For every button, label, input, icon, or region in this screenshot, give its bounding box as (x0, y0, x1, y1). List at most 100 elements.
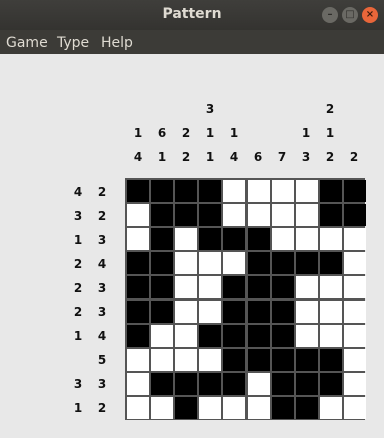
grid-cell-empty[interactable] (175, 349, 197, 371)
menu-game[interactable]: Game (6, 35, 48, 51)
grid-cell-empty[interactable] (248, 397, 270, 419)
grid-cell-filled[interactable] (296, 373, 318, 395)
grid-cell-filled[interactable] (272, 276, 294, 298)
grid-cell-filled[interactable] (223, 301, 245, 323)
grid-cell-filled[interactable] (248, 325, 270, 347)
grid-cell-filled[interactable] (296, 397, 318, 419)
grid-cell-filled[interactable] (296, 349, 318, 371)
grid-cell-filled[interactable] (151, 252, 173, 274)
grid-cell-filled[interactable] (248, 228, 270, 250)
grid-cell-filled[interactable] (272, 301, 294, 323)
grid-cell-empty[interactable] (320, 397, 342, 419)
grid-cell-empty[interactable] (344, 301, 366, 323)
grid-cell-empty[interactable] (151, 325, 173, 347)
grid-cell-empty[interactable] (175, 252, 197, 274)
grid-cell-filled[interactable] (175, 373, 197, 395)
grid-cell-empty[interactable] (296, 204, 318, 226)
grid-cell-empty[interactable] (248, 373, 270, 395)
grid-cell-filled[interactable] (127, 325, 149, 347)
grid-cell-empty[interactable] (127, 204, 149, 226)
grid-cell-empty[interactable] (296, 228, 318, 250)
grid-cell-filled[interactable] (127, 276, 149, 298)
grid-cell-filled[interactable] (320, 204, 342, 226)
grid-cell-empty[interactable] (199, 276, 221, 298)
grid-cell-empty[interactable] (320, 301, 342, 323)
grid-cell-filled[interactable] (127, 180, 149, 202)
grid-cell-empty[interactable] (296, 276, 318, 298)
grid-cell-empty[interactable] (248, 180, 270, 202)
grid-cell-empty[interactable] (344, 228, 366, 250)
grid-cell-filled[interactable] (151, 301, 173, 323)
minimize-button[interactable]: – (322, 7, 338, 23)
grid-cell-filled[interactable] (320, 252, 342, 274)
grid-cell-filled[interactable] (223, 373, 245, 395)
grid-cell-empty[interactable] (127, 397, 149, 419)
grid-cell-filled[interactable] (127, 301, 149, 323)
grid-cell-filled[interactable] (223, 349, 245, 371)
grid-cell-empty[interactable] (344, 397, 366, 419)
grid-cell-empty[interactable] (175, 228, 197, 250)
grid-cell-filled[interactable] (151, 228, 173, 250)
maximize-button[interactable]: □ (342, 7, 358, 23)
grid-cell-filled[interactable] (199, 204, 221, 226)
grid-cell-empty[interactable] (272, 228, 294, 250)
grid-cell-filled[interactable] (199, 180, 221, 202)
grid-cell-empty[interactable] (199, 349, 221, 371)
grid-cell-filled[interactable] (199, 373, 221, 395)
grid-cell-empty[interactable] (344, 349, 366, 371)
grid-cell-filled[interactable] (127, 252, 149, 274)
grid-cell-filled[interactable] (223, 325, 245, 347)
grid-cell-empty[interactable] (151, 397, 173, 419)
grid-cell-empty[interactable] (296, 325, 318, 347)
menu-help[interactable]: Help (101, 35, 133, 51)
grid-cell-empty[interactable] (223, 252, 245, 274)
grid-cell-empty[interactable] (344, 373, 366, 395)
grid-cell-empty[interactable] (175, 276, 197, 298)
grid-cell-filled[interactable] (272, 349, 294, 371)
grid-cell-filled[interactable] (320, 349, 342, 371)
grid-cell-empty[interactable] (223, 180, 245, 202)
grid-cell-empty[interactable] (272, 180, 294, 202)
grid-cell-filled[interactable] (199, 228, 221, 250)
grid-cell-empty[interactable] (127, 349, 149, 371)
grid-cell-filled[interactable] (272, 252, 294, 274)
grid-cell-empty[interactable] (272, 204, 294, 226)
grid-cell-empty[interactable] (199, 301, 221, 323)
grid-cell-empty[interactable] (296, 180, 318, 202)
grid-cell-empty[interactable] (248, 204, 270, 226)
grid-cell-filled[interactable] (320, 180, 342, 202)
close-button[interactable]: × (362, 7, 378, 23)
grid-cell-filled[interactable] (320, 373, 342, 395)
grid-cell-filled[interactable] (272, 397, 294, 419)
grid-cell-filled[interactable] (248, 349, 270, 371)
grid-cell-filled[interactable] (151, 180, 173, 202)
menu-type[interactable]: Type (57, 35, 89, 51)
grid-cell-filled[interactable] (272, 373, 294, 395)
grid-cell-empty[interactable] (344, 252, 366, 274)
grid-cell-empty[interactable] (320, 276, 342, 298)
grid-cell-empty[interactable] (223, 204, 245, 226)
grid-cell-filled[interactable] (151, 276, 173, 298)
grid-cell-filled[interactable] (344, 180, 366, 202)
grid-cell-filled[interactable] (151, 373, 173, 395)
grid-cell-filled[interactable] (344, 204, 366, 226)
grid-cell-filled[interactable] (296, 252, 318, 274)
grid-cell-filled[interactable] (248, 276, 270, 298)
grid-cell-filled[interactable] (223, 228, 245, 250)
grid-cell-empty[interactable] (127, 228, 149, 250)
grid-cell-empty[interactable] (151, 349, 173, 371)
grid-cell-empty[interactable] (344, 325, 366, 347)
grid-cell-empty[interactable] (320, 325, 342, 347)
grid-cell-empty[interactable] (175, 325, 197, 347)
grid-cell-filled[interactable] (175, 397, 197, 419)
grid-cell-filled[interactable] (248, 301, 270, 323)
grid-cell-empty[interactable] (199, 252, 221, 274)
grid-cell-filled[interactable] (272, 325, 294, 347)
grid-cell-filled[interactable] (223, 276, 245, 298)
grid-cell-empty[interactable] (175, 301, 197, 323)
grid-cell-filled[interactable] (175, 204, 197, 226)
grid-cell-filled[interactable] (248, 252, 270, 274)
grid-cell-filled[interactable] (175, 180, 197, 202)
grid-cell-empty[interactable] (344, 276, 366, 298)
grid-cell-empty[interactable] (296, 301, 318, 323)
